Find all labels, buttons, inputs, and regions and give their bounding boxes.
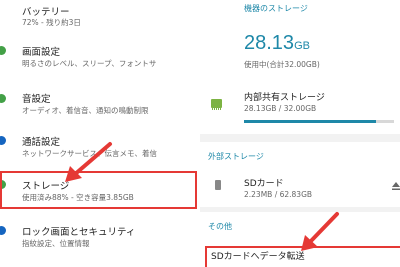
settings-item-sound[interactable]: 音設定 オーディオ、着信音、通知の鳴動制限 (0, 88, 200, 124)
lock-icon (0, 226, 6, 235)
settings-item-title: 画面設定 (22, 47, 61, 58)
sd-card-usage: 2.23MB / 62.83GB (244, 190, 313, 199)
settings-list: バッテリー 72% - 残り約3日 画面設定 明るさのレベル、スリープ、フォント… (0, 0, 200, 267)
arrow-annotation-icon (65, 142, 112, 182)
eject-icon[interactable] (392, 182, 400, 190)
sd-card-title: SDカード (244, 179, 284, 189)
device-storage-card: 機器のストレージ 28.13GB 使用中(合計32.00GB) 内部共有ストレー… (200, 0, 400, 134)
settings-item-title: 音設定 (22, 94, 51, 105)
used-unit: GB (294, 40, 310, 52)
settings-item-subtitle: 指紋設定、位置情報 (22, 239, 90, 248)
settings-item-security[interactable]: ロック画面とセキュリティ 指紋設定、位置情報 (0, 218, 200, 258)
settings-item-subtitle: 明るさのレベル、スリープ、フォントサ (22, 59, 157, 68)
internal-storage-title: 内部共有ストレージ (244, 93, 325, 103)
settings-item-title: 通話設定 (22, 137, 61, 148)
section-header: 機器のストレージ (244, 4, 308, 13)
storage-progress-bar (244, 120, 394, 123)
settings-item-battery[interactable]: バッテリー 72% - 残り約3日 (0, 0, 200, 33)
settings-item-subtitle: オーディオ、着信音、通知の鳴動制限 (22, 106, 149, 115)
settings-item-subtitle: 72% - 残り約3日 (22, 18, 81, 27)
sd-card-icon (215, 180, 221, 190)
settings-item-title: バッテリー (22, 7, 70, 18)
storage-detail-panel: 機器のストレージ 28.13GB 使用中(合計32.00GB) 内部共有ストレー… (200, 0, 400, 267)
section-header: その他 (208, 222, 232, 231)
internal-storage-usage: 28.13GB / 32.00GB (244, 104, 317, 113)
arrow-annotation-icon (301, 212, 339, 251)
section-header: 外部ストレージ (208, 152, 264, 161)
display-icon (0, 46, 6, 55)
used-amount: 28.13 (244, 32, 295, 54)
storage-progress-fill (244, 120, 376, 123)
sound-icon (0, 94, 6, 103)
phone-icon (0, 136, 6, 145)
sd-chip-icon (211, 99, 222, 110)
settings-item-title: ロック画面とセキュリティ (22, 227, 136, 238)
used-storage-value: 28.13GB (244, 32, 310, 55)
settings-item-display[interactable]: 画面設定 明るさのレベル、スリープ、フォントサ (0, 40, 200, 76)
used-caption: 使用中(合計32.00GB) (244, 60, 320, 69)
